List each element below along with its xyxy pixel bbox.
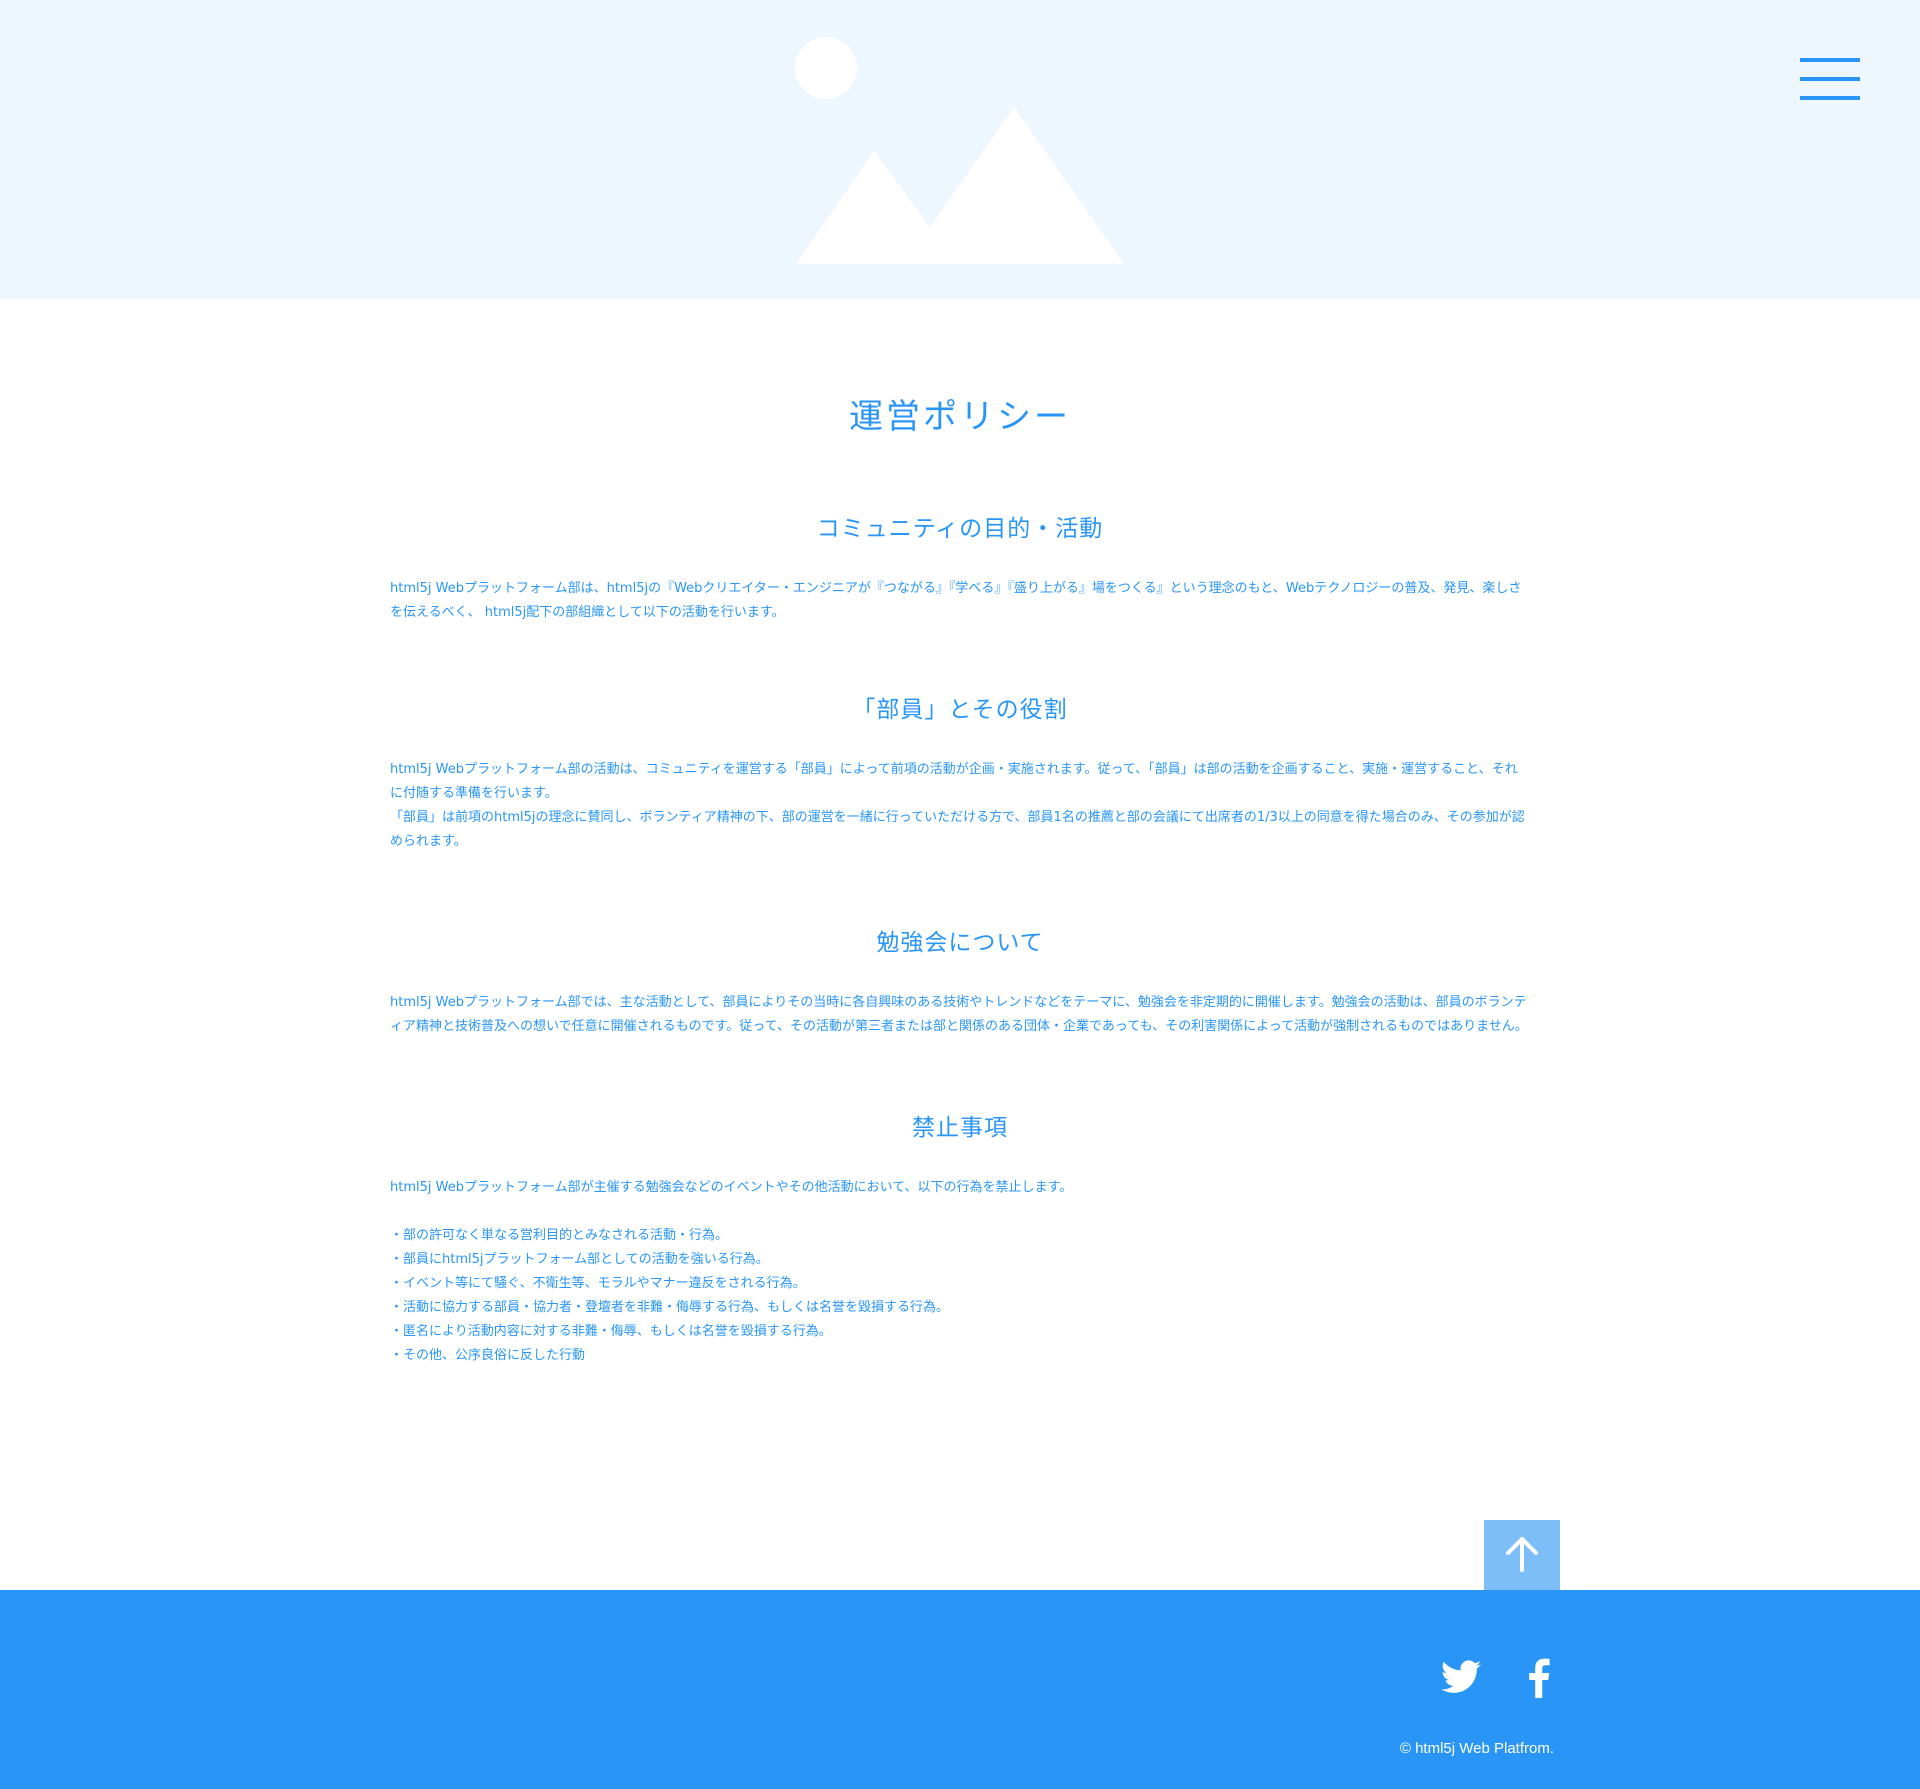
list-item: ・その他、公序良俗に反した行動 bbox=[390, 1348, 586, 1363]
list-item: ・部員にhtml5jプラットフォーム部としての活動を強いる行為。 bbox=[390, 1252, 769, 1267]
section-purpose: コミュニティの目的・活動 html5j Webプラットフォーム部は、html5j… bbox=[390, 514, 1530, 625]
section-study-sessions: 勉強会について html5j Webプラットフォーム部では、主な活動として、部員… bbox=[390, 928, 1530, 1039]
section-heading: 禁止事項 bbox=[912, 1115, 1008, 1141]
list-item: ・イベント等にて騒ぐ、不衛生等、モラルやマナー違反をされる行為。 bbox=[390, 1276, 806, 1291]
section-heading: 勉強会について bbox=[876, 930, 1044, 956]
arrow-up-icon bbox=[1506, 1537, 1538, 1572]
section-prohibited: 禁止事項 html5j Webプラットフォーム部が主催する勉強会などのイベントや… bbox=[390, 1113, 1530, 1368]
prohibited-list: ・部の許可なく単なる営利目的とみなされる活動・行為。 ・部員にhtml5jプラッ… bbox=[390, 1224, 1530, 1368]
section-paragraph: html5j Webプラットフォーム部は、html5jの『Webクリエイター・エ… bbox=[390, 581, 1522, 620]
list-item: ・匿名により活動内容に対する非難・侮辱、もしくは名誉を毀損する行為。 bbox=[390, 1324, 832, 1339]
back-to-top-button[interactable] bbox=[1484, 1520, 1560, 1590]
hero-header bbox=[0, 0, 1920, 299]
policy-content: 運営ポリシー コミュニティの目的・活動 html5j Webプラットフォーム部は… bbox=[390, 395, 1530, 1368]
image-placeholder-icon bbox=[795, 37, 1124, 264]
facebook-icon[interactable] bbox=[1524, 1658, 1552, 1698]
site-footer: © html5j Web Platfrom. bbox=[0, 1590, 1920, 1789]
hamburger-menu-icon[interactable] bbox=[1800, 58, 1860, 102]
section-heading: コミュニティの目的・活動 bbox=[816, 516, 1104, 542]
section-paragraph: 「部員」は前項のhtml5jの理念に賛同し、ボランティア精神の下、部の運営を一緒… bbox=[390, 810, 1525, 849]
menu-bar-top bbox=[1800, 58, 1860, 62]
list-item: ・部の許可なく単なる営利目的とみなされる活動・行為。 bbox=[390, 1228, 729, 1243]
section-intro: html5j Webプラットフォーム部が主催する勉強会などのイベントやその他活動… bbox=[390, 1180, 1073, 1195]
list-item: ・活動に協力する部員・協力者・登壇者を非難・侮辱する行為、もしくは名誉を毀損する… bbox=[390, 1300, 950, 1315]
section-heading: 「部員」とその役割 bbox=[852, 697, 1068, 723]
page-title: 運営ポリシー bbox=[849, 397, 1071, 437]
menu-bar-bottom bbox=[1800, 96, 1860, 100]
section-members: 「部員」とその役割 html5j Webプラットフォーム部の活動は、コミュニティ… bbox=[390, 695, 1530, 854]
twitter-bird-icon bbox=[1441, 1660, 1481, 1693]
facebook-f-icon bbox=[1529, 1658, 1550, 1698]
menu-bar-middle bbox=[1800, 77, 1860, 81]
section-paragraph: html5j Webプラットフォーム部では、主な活動として、部員によりその当時に… bbox=[390, 995, 1528, 1034]
copyright-text: © html5j Web Platfrom. bbox=[1399, 1740, 1554, 1757]
section-paragraph: html5j Webプラットフォーム部の活動は、コミュニティを運営する「部員」に… bbox=[390, 762, 1518, 801]
twitter-icon[interactable] bbox=[1441, 1660, 1481, 1694]
